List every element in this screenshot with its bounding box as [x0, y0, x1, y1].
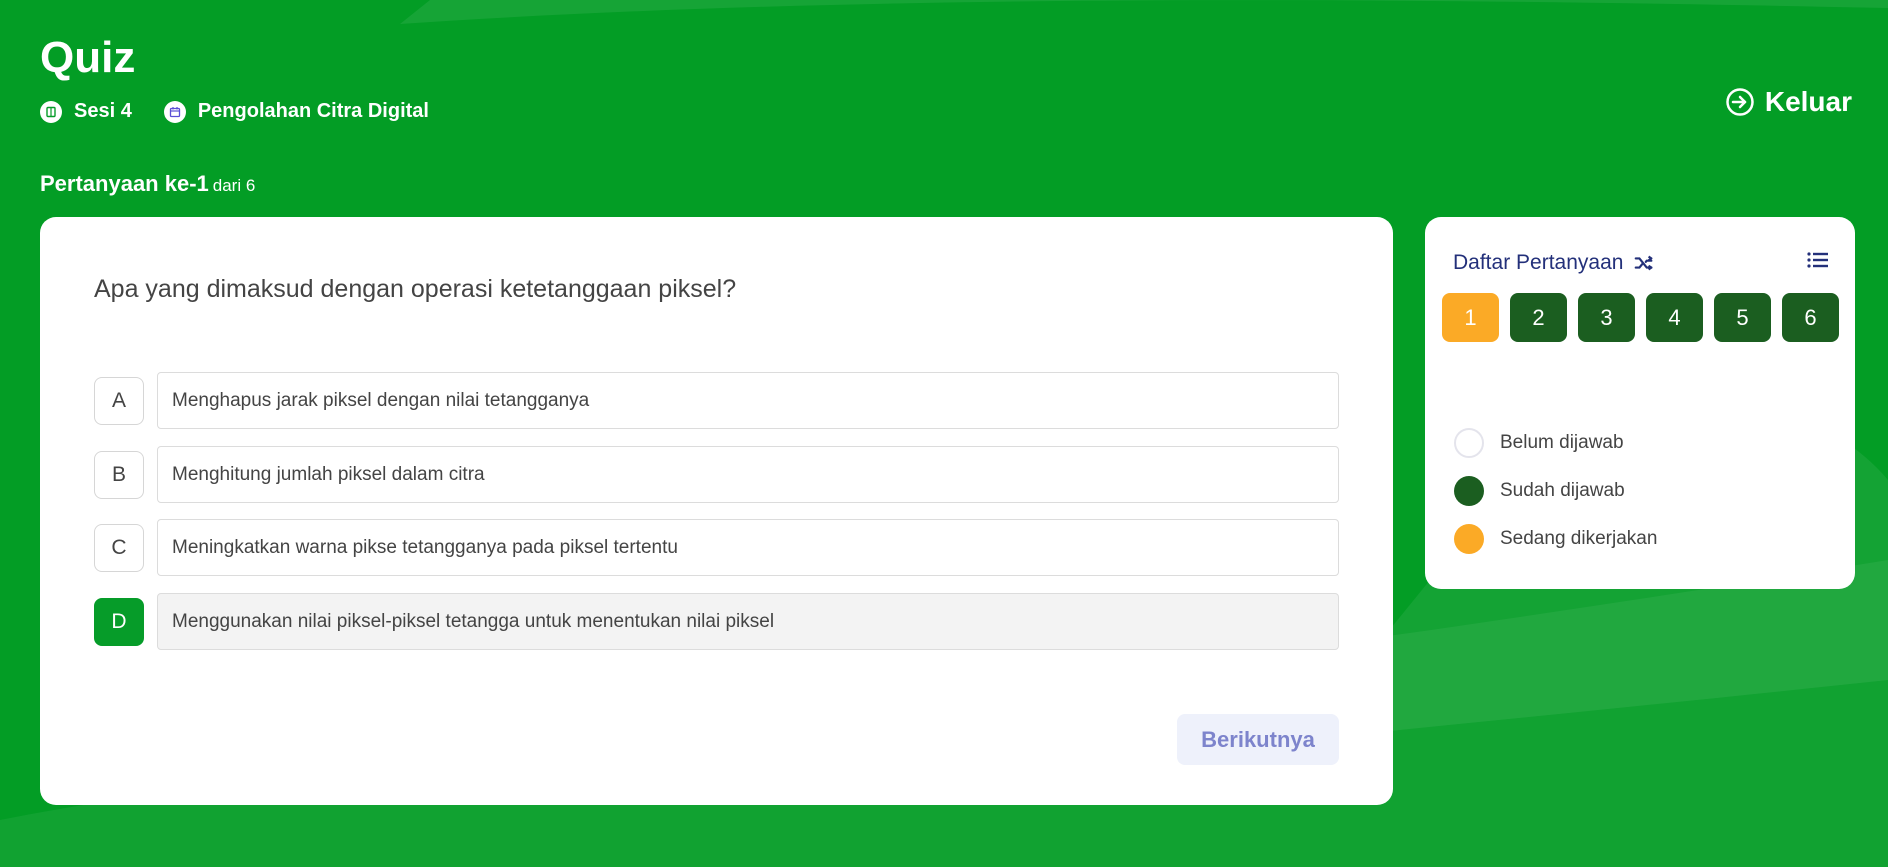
question-number-button[interactable]: 3 — [1578, 293, 1635, 342]
question-list-panel: Daftar Pertanyaan 1 2 3 4 5 6 Belum dija… — [1425, 217, 1855, 589]
session-label: Sesi 4 — [74, 100, 132, 122]
question-card: Apa yang dimaksud dengan operasi ketetan… — [40, 217, 1393, 805]
page-title: Quiz — [40, 33, 136, 82]
option-letter[interactable]: D — [94, 597, 144, 646]
exit-label: Keluar — [1764, 86, 1852, 117]
status-legend: Belum dijawab Sudah dijawab Sedang diker… — [1454, 419, 1657, 563]
book-icon — [40, 100, 62, 123]
option-letter[interactable]: A — [94, 376, 144, 425]
question-number-button[interactable]: 2 — [1510, 293, 1567, 342]
option-c[interactable]: C Meningkatkan warna pikse tetangganya p… — [94, 519, 1339, 576]
option-letter[interactable]: B — [94, 450, 144, 499]
session-info: Sesi 4 — [40, 100, 132, 123]
option-letter[interactable]: C — [94, 523, 144, 572]
unanswered-dot-icon — [1454, 428, 1484, 458]
question-list-title: Daftar Pertanyaan — [1453, 250, 1624, 274]
option-text[interactable]: Meningkatkan warna pikse tetangganya pad… — [157, 519, 1339, 576]
question-text: Apa yang dimaksud dengan operasi ketetan… — [94, 275, 737, 303]
question-number-button[interactable]: 6 — [1782, 293, 1839, 342]
legend-unanswered-label: Belum dijawab — [1500, 432, 1624, 453]
question-number-button[interactable]: 4 — [1646, 293, 1703, 342]
sign-in-icon — [1726, 88, 1754, 116]
question-number-button[interactable]: 1 — [1442, 293, 1499, 342]
quiz-meta: Sesi 4 Pengolahan Citra Digital — [40, 100, 461, 123]
course-label: Pengolahan Citra Digital — [197, 100, 429, 122]
course-info: Pengolahan Citra Digital — [163, 100, 429, 123]
question-list-title-wrap: Daftar Pertanyaan — [1453, 251, 1655, 275]
option-text[interactable]: Menggunakan nilai piksel-piksel tetangga… — [157, 593, 1339, 650]
question-number-button[interactable]: 5 — [1714, 293, 1771, 342]
legend-answered: Sudah dijawab — [1454, 467, 1657, 515]
in-progress-dot-icon — [1454, 524, 1484, 554]
page-header: Quiz Sesi 4 Pengolahan Citra Digital — [40, 30, 461, 123]
exit-button[interactable]: Keluar — [1725, 86, 1852, 118]
option-b[interactable]: B Menghitung jumlah piksel dalam citra — [94, 446, 1339, 503]
question-counter-main: Pertanyaan ke-1 — [40, 171, 209, 196]
question-number-grid: 1 2 3 4 5 6 — [1442, 293, 1850, 342]
next-button[interactable]: Berikutnya — [1177, 714, 1339, 765]
option-a[interactable]: A Menghapus jarak piksel dengan nilai te… — [94, 372, 1339, 429]
legend-in-progress: Sedang dikerjakan — [1454, 515, 1657, 563]
legend-unanswered: Belum dijawab — [1454, 419, 1657, 467]
question-list-header: Daftar Pertanyaan — [1453, 247, 1831, 278]
question-counter-total: dari 6 — [212, 176, 256, 195]
shuffle-icon — [1635, 255, 1653, 270]
option-text[interactable]: Menghitung jumlah piksel dalam citra — [157, 446, 1339, 503]
question-counter: Pertanyaan ke-1 dari 6 — [40, 171, 255, 197]
option-text[interactable]: Menghapus jarak piksel dengan nilai teta… — [157, 372, 1339, 429]
list-icon[interactable] — [1805, 247, 1831, 278]
option-d[interactable]: D Menggunakan nilai piksel-piksel tetang… — [94, 593, 1339, 650]
calendar-icon — [163, 100, 186, 123]
legend-in-progress-label: Sedang dikerjakan — [1500, 528, 1658, 549]
answered-dot-icon — [1454, 476, 1484, 506]
legend-answered-label: Sudah dijawab — [1500, 480, 1625, 501]
